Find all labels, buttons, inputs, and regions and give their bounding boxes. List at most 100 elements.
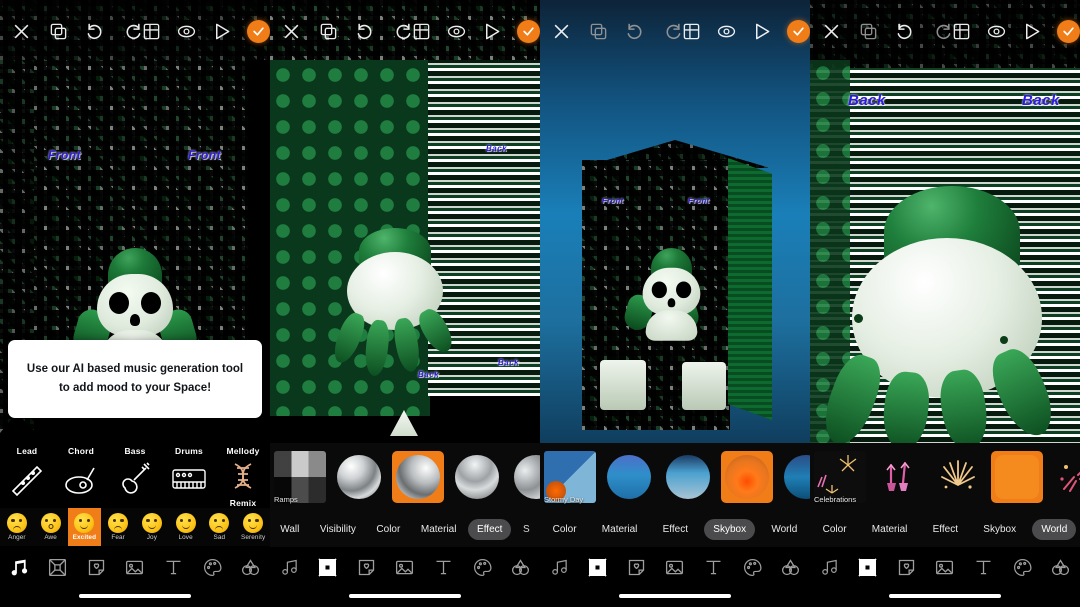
duplicate-icon[interactable]	[319, 22, 338, 41]
redo-icon[interactable]	[663, 22, 682, 41]
palette-icon[interactable]	[472, 557, 493, 578]
mood-excited[interactable]: Excited	[67, 508, 102, 546]
tab-world[interactable]: World	[1032, 518, 1077, 540]
tab-material[interactable]: Material	[412, 519, 466, 540]
viewport-3d-skybox[interactable]: Front Front	[540, 0, 810, 447]
play-icon[interactable]	[212, 22, 231, 41]
close-icon[interactable]	[282, 22, 301, 41]
cube-icon[interactable]	[317, 557, 338, 578]
tab-skybox-clipped[interactable]: S	[514, 519, 539, 540]
tab-effect[interactable]: Effect	[468, 518, 512, 540]
mood-serenity[interactable]: Serenity	[236, 508, 270, 546]
tab-effect[interactable]: Effect	[924, 519, 967, 540]
material-swatch[interactable]	[451, 451, 503, 503]
material-swatch-selected[interactable]	[392, 451, 444, 503]
close-icon[interactable]	[552, 22, 571, 41]
avatar-character[interactable]	[329, 228, 460, 378]
confirm-check-icon[interactable]	[787, 19, 810, 43]
shapes-icon[interactable]	[1050, 557, 1071, 578]
avatar-character[interactable]	[815, 186, 1072, 447]
skybox-grid-swatch[interactable]: Stormy Day	[544, 451, 596, 504]
grid-icon[interactable]	[412, 22, 431, 41]
image-icon[interactable]	[934, 557, 955, 578]
grid-icon[interactable]	[682, 22, 701, 41]
sticker-icon[interactable]	[356, 557, 377, 578]
undo-icon[interactable]	[356, 22, 375, 41]
tab-wall[interactable]: Wall	[271, 519, 308, 540]
shapes-icon[interactable]	[240, 557, 261, 578]
celebrations-swatch[interactable]: Celebrations	[814, 451, 866, 504]
tab-world[interactable]: World	[762, 519, 806, 540]
redo-icon[interactable]	[393, 22, 412, 41]
mood-love[interactable]: Love	[169, 508, 203, 546]
ramps-swatch[interactable]: Ramps	[274, 451, 326, 504]
sticker-icon[interactable]	[626, 557, 647, 578]
image-icon[interactable]	[124, 557, 145, 578]
duplicate-icon[interactable]	[859, 22, 878, 41]
undo-icon[interactable]	[86, 22, 105, 41]
mood-joy[interactable]: Joy	[135, 508, 169, 546]
redo-icon[interactable]	[933, 22, 952, 41]
text-icon[interactable]	[973, 557, 994, 578]
palette-icon[interactable]	[202, 557, 223, 578]
tab-visibility[interactable]: Visibility	[311, 519, 365, 540]
tab-color[interactable]: Color	[544, 519, 586, 540]
music-note-icon[interactable]	[549, 557, 570, 578]
tab-skybox[interactable]: Skybox	[974, 519, 1025, 540]
confirm-check-icon[interactable]	[247, 19, 270, 43]
world-swatch[interactable]	[873, 451, 925, 503]
eye-icon[interactable]	[177, 22, 196, 41]
viewport-3d-world[interactable]: Back Back	[810, 0, 1080, 447]
shapes-icon[interactable]	[510, 557, 531, 578]
close-icon[interactable]	[822, 22, 841, 41]
mood-sad[interactable]: Sad	[203, 508, 237, 546]
duplicate-icon[interactable]	[589, 22, 608, 41]
music-tool-chord[interactable]: Chord	[54, 443, 108, 511]
avatar-character[interactable]	[621, 248, 702, 341]
undo-icon[interactable]	[626, 22, 645, 41]
skybox-swatch-selected[interactable]	[721, 451, 773, 503]
cube-icon[interactable]	[857, 557, 878, 578]
tab-effect[interactable]: Effect	[654, 519, 697, 540]
palette-icon[interactable]	[1012, 557, 1033, 578]
music-note-icon[interactable]	[9, 557, 30, 578]
music-note-icon[interactable]	[279, 557, 300, 578]
mood-anger[interactable]: Anger	[0, 508, 34, 546]
world-swatch-selected[interactable]	[991, 451, 1043, 503]
sticker-icon[interactable]	[896, 557, 917, 578]
music-tool-drums[interactable]: Drums	[162, 443, 216, 511]
image-icon[interactable]	[394, 557, 415, 578]
tab-material[interactable]: Material	[863, 519, 917, 540]
sticker-icon[interactable]	[86, 557, 107, 578]
tab-color[interactable]: Color	[814, 519, 856, 540]
shapes-icon[interactable]	[780, 557, 801, 578]
music-tool-bass[interactable]: Bass	[108, 443, 162, 511]
mood-fear[interactable]: Fear	[101, 508, 135, 546]
image-icon[interactable]	[664, 557, 685, 578]
skybox-swatch[interactable]	[780, 451, 810, 503]
tab-skybox[interactable]: Skybox	[704, 518, 756, 540]
skybox-swatch[interactable]	[603, 451, 655, 503]
play-icon[interactable]	[752, 22, 771, 41]
material-swatch[interactable]	[333, 451, 385, 503]
music-tool-lead[interactable]: Lead	[0, 443, 54, 511]
play-icon[interactable]	[1022, 22, 1041, 41]
world-swatch[interactable]	[932, 451, 984, 503]
grid-icon[interactable]	[952, 22, 971, 41]
confirm-check-icon[interactable]	[1057, 19, 1080, 43]
eye-icon[interactable]	[447, 22, 466, 41]
tab-material[interactable]: Material	[593, 519, 647, 540]
eye-icon[interactable]	[987, 22, 1006, 41]
undo-icon[interactable]	[896, 22, 915, 41]
duplicate-icon[interactable]	[49, 22, 68, 41]
material-swatch[interactable]	[510, 451, 540, 503]
confirm-check-icon[interactable]	[517, 19, 540, 43]
viewport-3d-material[interactable]: Back Back Back	[270, 0, 540, 447]
music-tool-melody-remix[interactable]: Mellody Remix	[216, 443, 270, 511]
eye-icon[interactable]	[717, 22, 736, 41]
music-note-icon[interactable]	[819, 557, 840, 578]
text-icon[interactable]	[433, 557, 454, 578]
text-icon[interactable]	[163, 557, 184, 578]
mood-awe[interactable]: Awe	[34, 508, 68, 546]
grid-icon[interactable]	[142, 22, 161, 41]
